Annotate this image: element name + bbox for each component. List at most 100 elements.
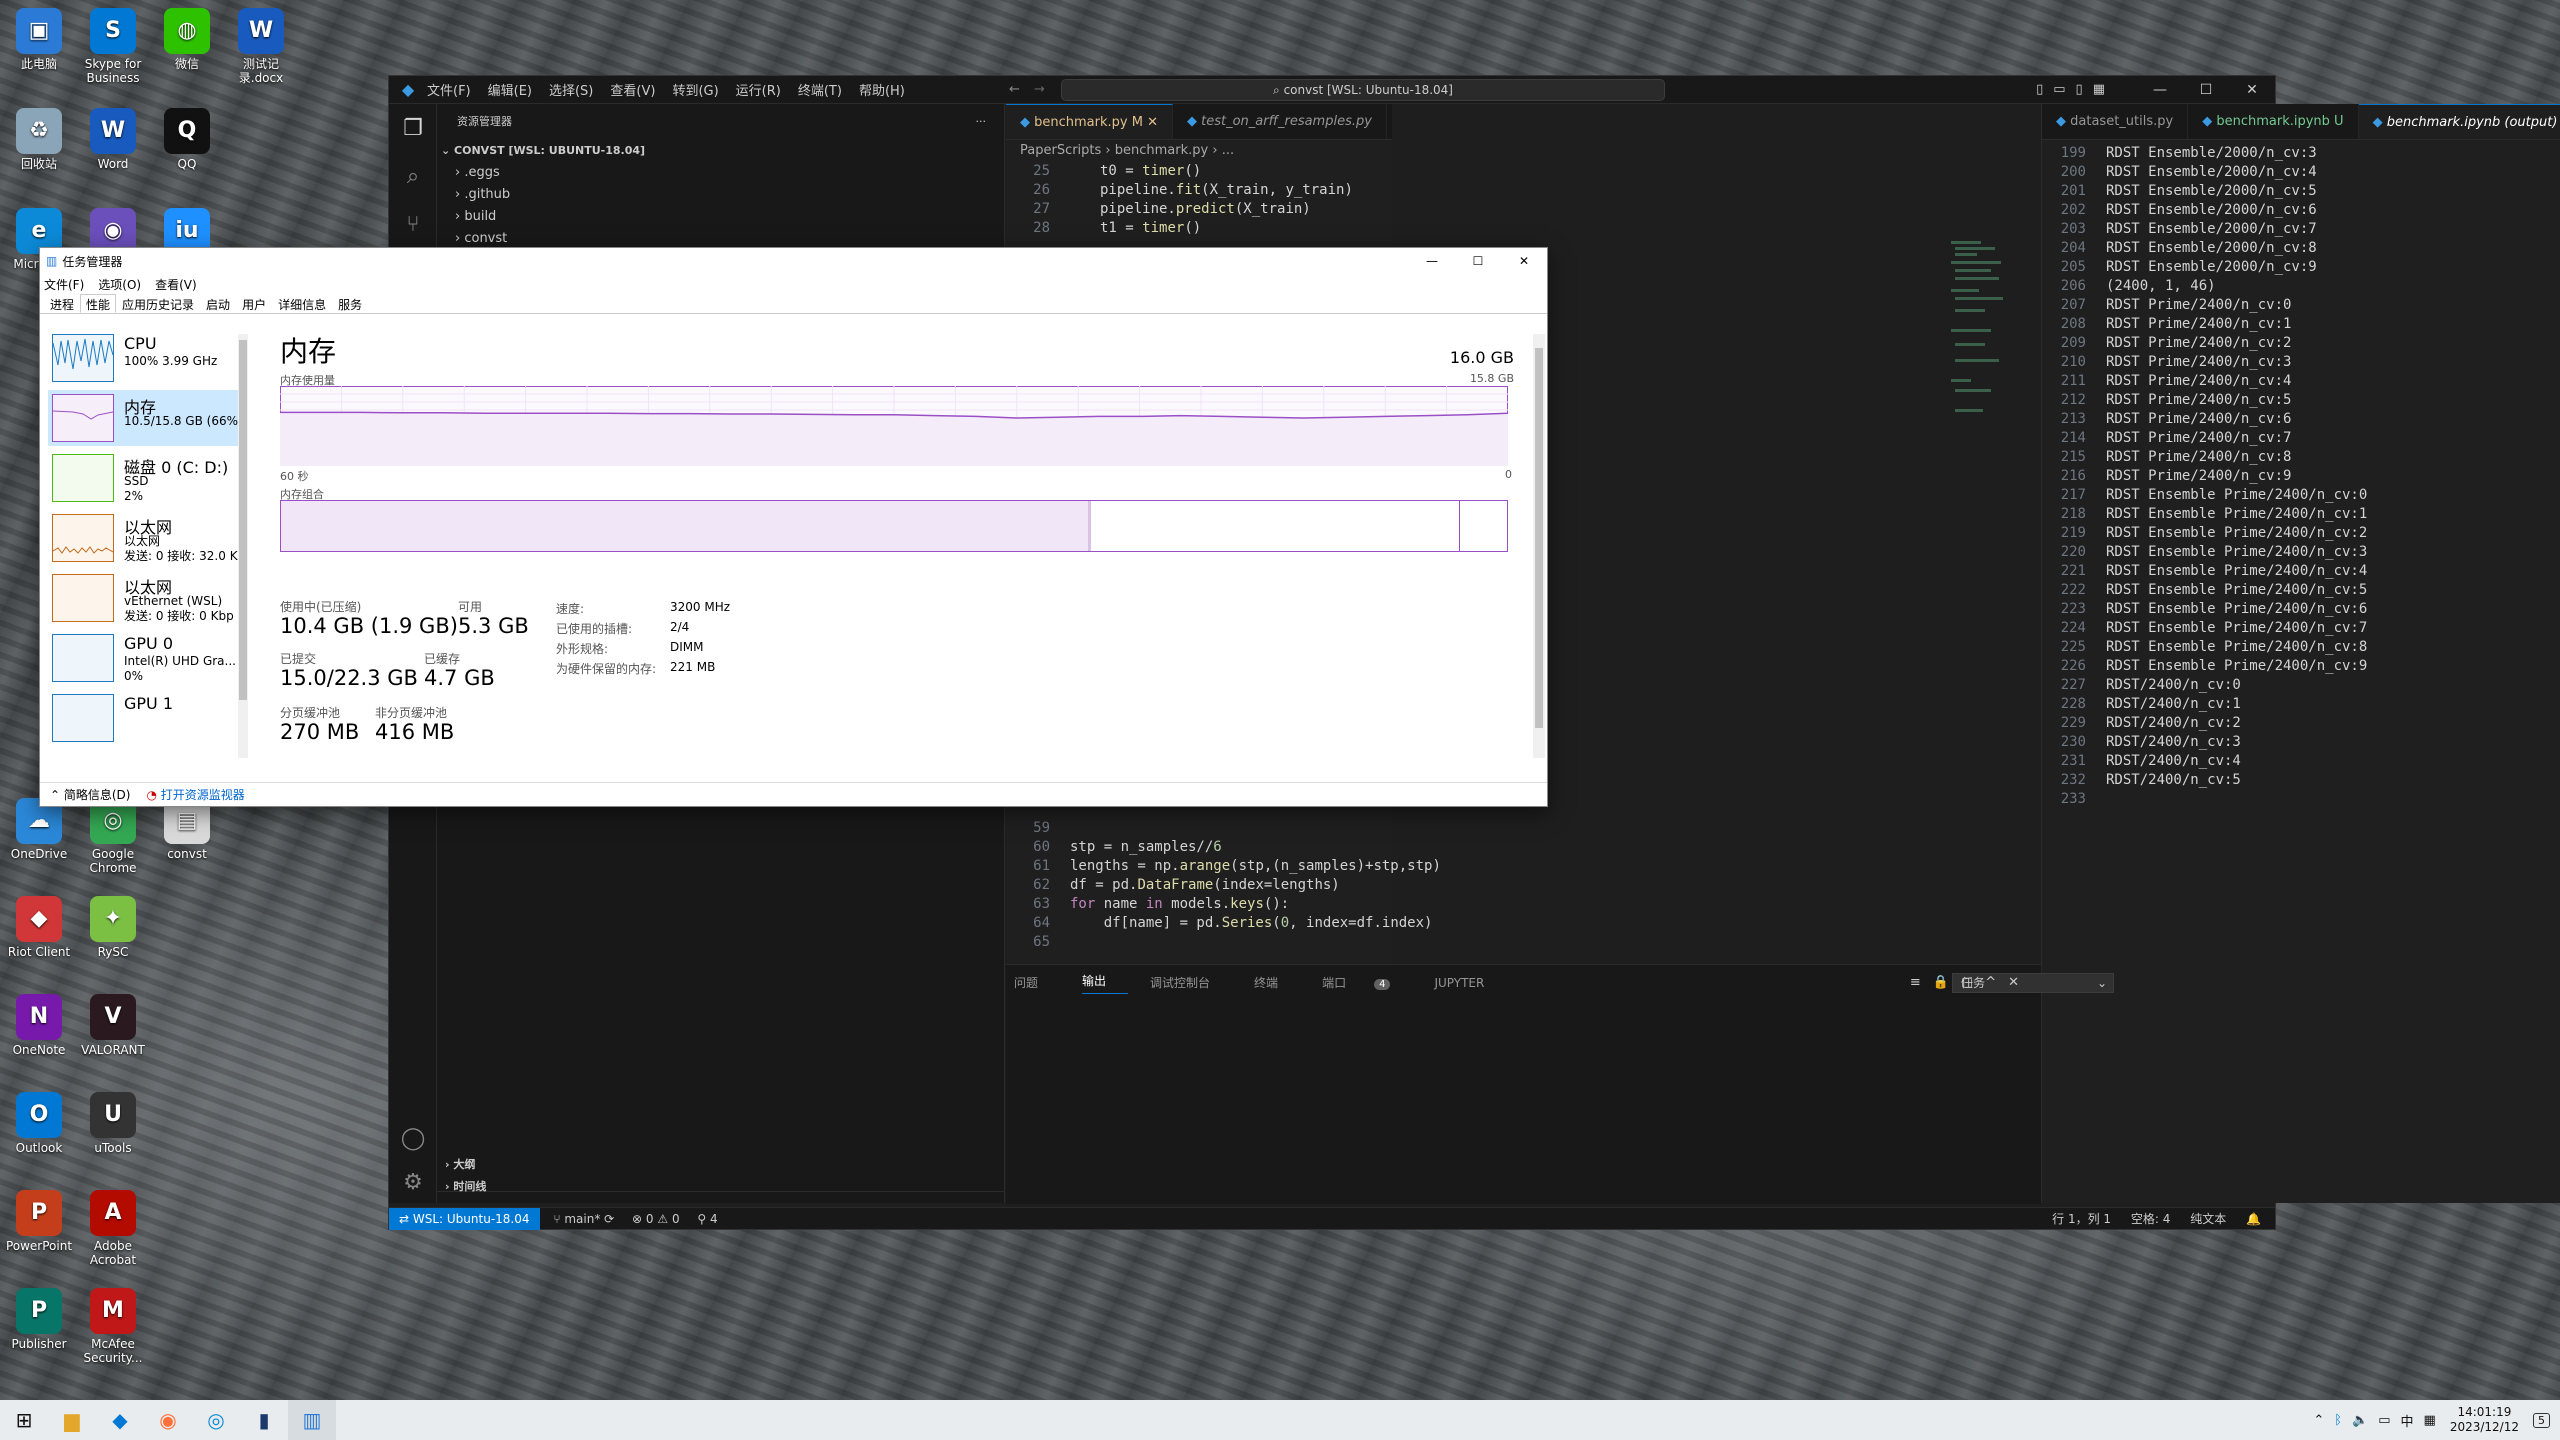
code-line[interactable]: 62 df = pd.DataFrame(index=lengths) <box>1006 876 1441 895</box>
start-windows-icon[interactable]: ⊞ <box>0 1400 48 1440</box>
code-line[interactable]: 202 RDST Ensemble/2000/n_cv:6 <box>2042 201 2560 220</box>
terminal-icon[interactable]: ▮ <box>240 1400 288 1440</box>
tree-folder[interactable]: › .eggs <box>437 162 1004 184</box>
panel-tab[interactable]: 端口 4 <box>1322 974 1412 991</box>
network-icon[interactable]: ▭ <box>2378 1413 2390 1428</box>
code-line[interactable]: 205 RDST Ensemble/2000/n_cv:9 <box>2042 258 2560 277</box>
tm-main-scrollbar[interactable] <box>1533 334 1545 758</box>
timeline-section[interactable]: › 时间线 <box>445 1178 486 1194</box>
code-line[interactable]: 225 RDST Ensemble Prime/2400/n_cv:8 <box>2042 638 2560 657</box>
breadcrumb-item[interactable]: ... <box>1222 143 1234 158</box>
tm-tab[interactable]: 用户 <box>236 294 272 313</box>
tm-device-item[interactable]: 以太网 以太网 发送: 0 接收: 32.0 K <box>48 510 248 566</box>
tm-device-item[interactable]: 磁盘 0 (C: D:) SSD 2% <box>48 450 248 506</box>
tm-tab[interactable]: 详细信息 <box>272 294 332 313</box>
remote-indicator[interactable]: ⇄ WSL: Ubuntu-18.04 <box>389 1208 540 1230</box>
menu-item[interactable]: 文件(F) <box>427 84 471 99</box>
language-mode[interactable]: 纯文本 <box>2190 1212 2226 1226</box>
menu-item[interactable]: 帮助(H) <box>859 84 905 99</box>
desktop-icon[interactable]: ▣ 此电脑 <box>0 8 78 71</box>
desktop-icon[interactable]: P Publisher <box>0 1288 78 1351</box>
code-line[interactable]: 233 <box>2042 790 2560 809</box>
panel-tab[interactable]: 问题 <box>1014 974 1060 991</box>
fewer-details-button[interactable]: ⌃ 简略信息(D) <box>50 786 130 803</box>
tm-tab[interactable]: 性能 <box>80 294 117 313</box>
desktop-icon[interactable]: ▤ convst <box>148 798 226 861</box>
breadcrumb-item[interactable]: PaperScripts <box>1020 143 1101 158</box>
ime-mode-icon[interactable]: ▦ <box>2424 1413 2436 1428</box>
code-line[interactable]: 28 t1 = timer() <box>1006 219 1392 238</box>
bluetooth-icon[interactable]: ᛒ <box>2334 1413 2342 1428</box>
account-icon[interactable]: ◯ <box>389 1114 437 1162</box>
code-line[interactable]: 61 lengths = np.arange(stp,(n_samples)+st… <box>1006 857 1441 876</box>
source-control-icon[interactable]: ⑂ <box>389 200 437 248</box>
code-line[interactable]: 223 RDST Ensemble Prime/2400/n_cv:6 <box>2042 600 2560 619</box>
firefox-icon[interactable]: ◉ <box>144 1400 192 1440</box>
desktop-icon[interactable]: V VALORANT <box>74 994 152 1057</box>
code-line[interactable]: 207 RDST Prime/2400/n_cv:0 <box>2042 296 2560 315</box>
code-line[interactable]: 208 RDST Prime/2400/n_cv:1 <box>2042 315 2560 334</box>
code-line[interactable]: 59 <box>1006 819 1441 838</box>
desktop-icon[interactable]: ✦ RySC <box>74 896 152 959</box>
desktop-icon[interactable]: Q QQ <box>148 108 226 171</box>
layout-toggle-icons[interactable]: ▯▭▯▦ <box>2036 82 2115 97</box>
minimap[interactable] <box>1949 239 2021 499</box>
desktop-icon[interactable]: ◎ Google Chrome <box>74 798 152 875</box>
volume-icon[interactable]: 🔈 <box>2352 1413 2368 1428</box>
manage-gear-icon[interactable]: ⚙ <box>389 1158 437 1206</box>
tree-folder[interactable]: › build <box>437 206 1004 228</box>
tm-menu-item[interactable]: 文件(F) <box>44 276 84 293</box>
panel-tab[interactable]: 输出 <box>1082 972 1129 994</box>
tab-close-icon[interactable]: ✕ <box>1143 115 1158 130</box>
edge-icon[interactable]: ◎ <box>192 1400 240 1440</box>
code-line[interactable]: 226 RDST Ensemble Prime/2400/n_cv:9 <box>2042 657 2560 676</box>
menu-item[interactable]: 选择(S) <box>549 84 593 99</box>
code-line[interactable]: 221 RDST Ensemble Prime/2400/n_cv:4 <box>2042 562 2560 581</box>
desktop-icon[interactable]: W 测试记录.docx <box>222 8 300 85</box>
task-manager-taskbar-icon[interactable]: ▥ <box>288 1400 336 1440</box>
tm-device-item[interactable]: 以太网 vEthernet (WSL) 发送: 0 接收: 0 Kbp <box>48 570 248 626</box>
code-line[interactable]: 25 t0 = timer() <box>1006 162 1392 181</box>
code-line[interactable]: 201 RDST Ensemble/2000/n_cv:5 <box>2042 182 2560 201</box>
panel-tab-jupyter[interactable]: JUPYTER <box>1434 976 1484 990</box>
code-line[interactable]: 215 RDST Prime/2400/n_cv:8 <box>2042 448 2560 467</box>
tm-tab[interactable]: 应用历史记录 <box>116 294 200 313</box>
tm-minimize-icon[interactable]: — <box>1409 254 1455 268</box>
tray-chevron-icon[interactable]: ⌃ <box>2313 1413 2324 1428</box>
tm-device-item[interactable]: GPU 0 Intel(R) UHD Gra... 0% <box>48 630 248 686</box>
tm-device-item[interactable]: GPU 1 <box>48 690 248 746</box>
editor-tab[interactable]: ◆ benchmark.ipynb U <box>2188 104 2359 139</box>
workspace-root[interactable]: ⌄ CONVST [WSL: UBUNTU-18.04] <box>437 140 1004 162</box>
minimize-icon[interactable]: — <box>2137 82 2183 98</box>
notifications-bell-icon[interactable]: 🔔 <box>2246 1212 2261 1226</box>
clock[interactable]: 14:01:19 2023/12/12 <box>2450 1405 2519 1435</box>
code-line[interactable]: 206 (2400, 1, 46) <box>2042 277 2560 296</box>
code-line[interactable]: 212 RDST Prime/2400/n_cv:5 <box>2042 391 2560 410</box>
code-line[interactable]: 216 RDST Prime/2400/n_cv:9 <box>2042 467 2560 486</box>
ports-indicator[interactable]: ⚲ 4 <box>697 1212 717 1226</box>
tm-tab[interactable]: 服务 <box>332 294 368 313</box>
code-line[interactable]: 63 for name in models.keys(): <box>1006 895 1441 914</box>
ime-indicator[interactable]: 中 <box>2401 1411 2414 1430</box>
code-line[interactable]: 214 RDST Prime/2400/n_cv:7 <box>2042 429 2560 448</box>
explorer-icon[interactable]: ❐ <box>389 104 437 152</box>
code-line[interactable]: 27 pipeline.predict(X_train) <box>1006 200 1392 219</box>
desktop-icon[interactable]: N OneNote <box>0 994 78 1057</box>
notification-center-icon[interactable]: 5 <box>2533 1412 2550 1428</box>
editor-tab[interactable]: ◆ benchmark.ipynb (output) ✕ <box>2358 104 2560 139</box>
vscode-taskbar-icon[interactable]: ◆ <box>96 1400 144 1440</box>
code-line[interactable]: 203 RDST Ensemble/2000/n_cv:7 <box>2042 220 2560 239</box>
menu-item[interactable]: 运行(R) <box>736 84 781 99</box>
file-explorer-icon[interactable]: ▆ <box>48 1400 96 1440</box>
code-line[interactable]: 211 RDST Prime/2400/n_cv:4 <box>2042 372 2560 391</box>
code-line[interactable]: 217 RDST Ensemble Prime/2400/n_cv:0 <box>2042 486 2560 505</box>
nav-forward-icon[interactable]: → <box>1034 82 1045 97</box>
cursor-position[interactable]: 行 1，列 1 <box>2052 1212 2111 1226</box>
more-actions-icon[interactable]: ··· <box>976 104 987 140</box>
menu-item[interactable]: 查看(V) <box>610 84 655 99</box>
panel-tab[interactable]: 调试控制台 <box>1150 974 1232 991</box>
code-line[interactable]: 209 RDST Prime/2400/n_cv:2 <box>2042 334 2560 353</box>
panel-action-icons[interactable]: ≡🔒▢^✕ <box>1910 975 2031 990</box>
code-line[interactable]: 218 RDST Ensemble Prime/2400/n_cv:1 <box>2042 505 2560 524</box>
editor-tab[interactable]: ◆ benchmark.py M ✕ <box>1006 104 1173 139</box>
